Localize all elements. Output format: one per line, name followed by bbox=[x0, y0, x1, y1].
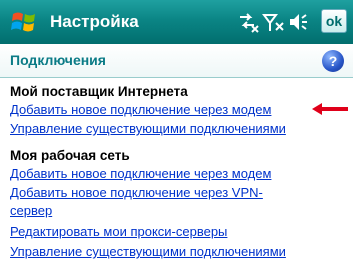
windows-start-icon[interactable] bbox=[10, 8, 38, 36]
link-add-vpn-work-cont[interactable]: сервер bbox=[10, 203, 52, 219]
link-manage-work[interactable]: Управление существующими подключениями bbox=[10, 244, 286, 260]
page-title: Подключения bbox=[10, 52, 106, 68]
link-add-modem-isp[interactable]: Добавить новое подключение через модем bbox=[10, 102, 271, 118]
link-manage-isp[interactable]: Управление существующими подключениями bbox=[10, 121, 286, 137]
help-icon[interactable]: ? bbox=[322, 50, 344, 72]
connectivity-icon[interactable] bbox=[236, 11, 260, 33]
title-bar: Настройка ok bbox=[0, 0, 353, 44]
section-header: Подключения ? bbox=[0, 44, 353, 78]
group-title-work: Моя рабочая сеть bbox=[10, 148, 130, 163]
ok-button[interactable]: ok bbox=[321, 9, 347, 33]
red-arrow-pointer bbox=[312, 103, 348, 115]
link-add-vpn-work[interactable]: Добавить новое подключение через VPN- bbox=[10, 185, 263, 201]
group-title-isp: Мой поставщик Интернета bbox=[10, 84, 188, 99]
window-title: Настройка bbox=[50, 12, 139, 31]
volume-icon[interactable] bbox=[287, 11, 311, 33]
link-add-modem-work[interactable]: Добавить новое подключение через модем bbox=[10, 166, 271, 182]
signal-strength-icon[interactable] bbox=[262, 11, 286, 33]
link-edit-proxy[interactable]: Редактировать мои прокси-серверы bbox=[10, 224, 227, 240]
